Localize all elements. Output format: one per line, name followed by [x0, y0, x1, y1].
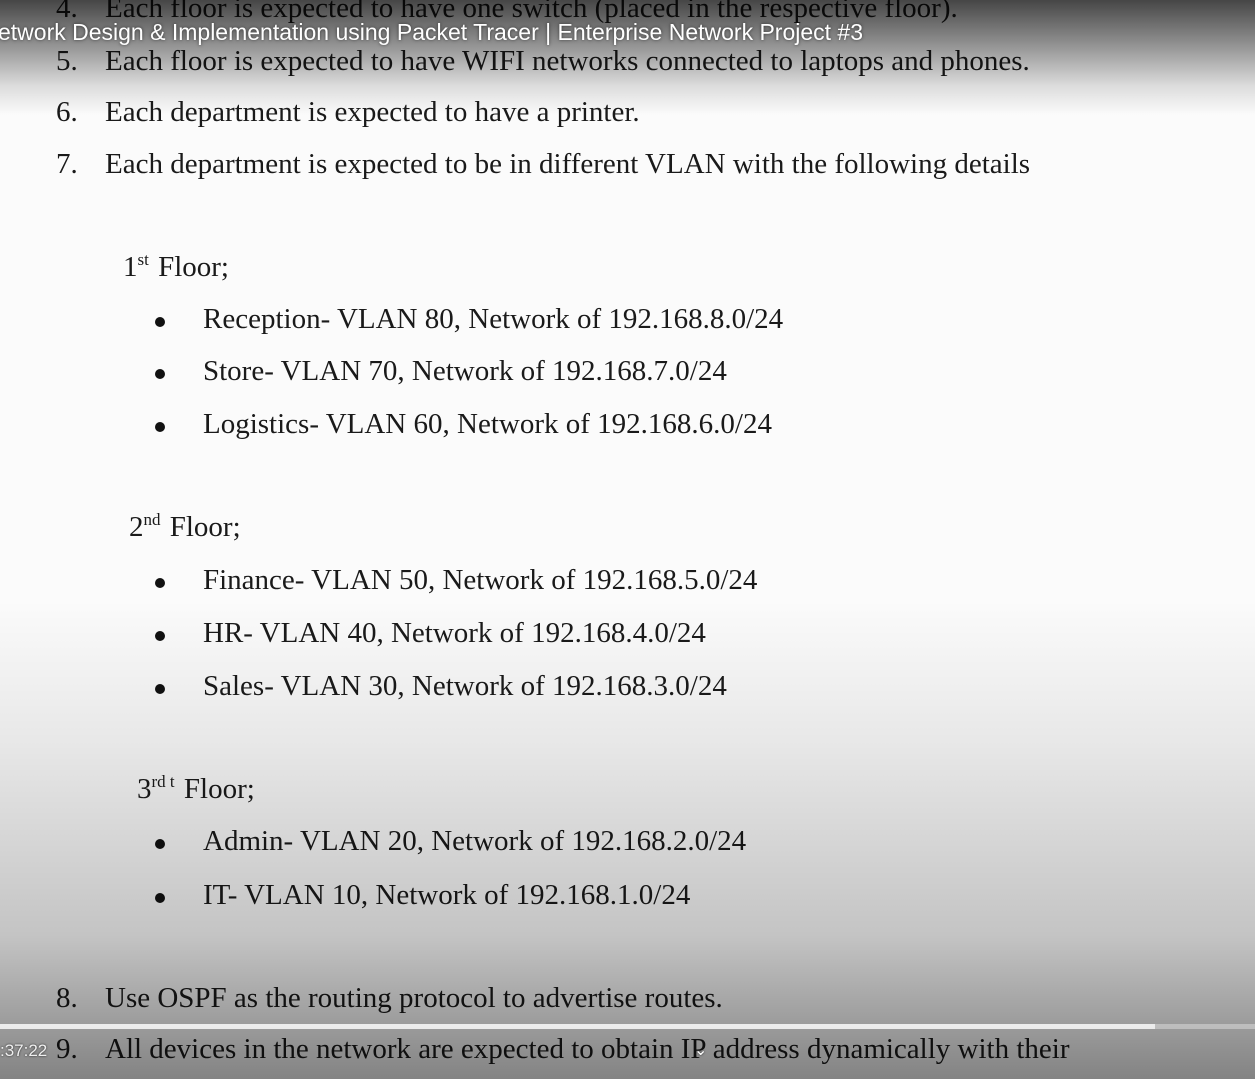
floor-suffix: rd t [151, 772, 175, 791]
bullet-icon [155, 893, 165, 903]
vlan-entry: IT- VLAN 10, Network of 192.168.1.0/24 [203, 879, 691, 911]
list-text: Each floor is expected to have WIFI netw… [105, 45, 1030, 77]
list-number: 7. [56, 148, 78, 180]
floor-number: 3 [137, 773, 152, 805]
bullet-icon [155, 684, 165, 694]
list-number: 5. [56, 45, 78, 77]
list-number: 6. [56, 96, 78, 128]
list-text: Use OSPF as the routing protocol to adve… [105, 982, 723, 1014]
list-item-6: 6. Each department is expected to have a… [0, 96, 1255, 136]
floor-label: Floor; [169, 511, 241, 543]
floor-label: Floor; [158, 251, 229, 283]
vlan-entry: Finance- VLAN 50, Network of 192.168.5.0… [203, 564, 758, 596]
vlan-entry: Store- VLAN 70, Network of 192.168.7.0/2… [203, 355, 727, 387]
bullet-icon [155, 369, 165, 379]
list-number: 9. [56, 1033, 78, 1065]
list-text: Each department is expected to have a pr… [105, 96, 640, 128]
vlan-entry: Logistics- VLAN 60, Network of 192.168.6… [203, 408, 772, 440]
floor-number: 2 [129, 511, 144, 543]
list-text: Each department is expected to be in dif… [105, 148, 1031, 180]
floor-heading-3: 3rd t Floor; [137, 772, 255, 806]
bullet-icon [155, 631, 165, 641]
vlan-entry: Sales- VLAN 30, Network of 192.168.3.0/2… [203, 670, 727, 702]
list-item-5: 5. Each floor is expected to have WIFI n… [0, 45, 1255, 85]
video-title[interactable]: etwork Design & Implementation using Pac… [0, 19, 863, 46]
vlan-entry: Reception- VLAN 80, Network of 192.168.8… [203, 303, 784, 335]
floor-label: Floor; [183, 773, 255, 805]
floor-suffix: st [137, 250, 149, 269]
list-number: 8. [56, 982, 78, 1014]
bullet-icon [155, 839, 165, 849]
time-display: :37:22 [0, 1041, 48, 1060]
bullet-icon [155, 578, 165, 588]
bullet-icon [155, 317, 165, 327]
progress-bar[interactable] [0, 1024, 1255, 1029]
document-page: 4. Each floor is expected to have one sw… [0, 0, 1255, 1079]
floor-suffix: nd [143, 510, 161, 529]
floor-heading-1: 1st Floor; [123, 250, 229, 284]
bullet-icon [155, 422, 165, 432]
vlan-entry: HR- VLAN 40, Network of 192.168.4.0/24 [203, 617, 706, 649]
list-text: All devices in the network are expected … [105, 1033, 1070, 1065]
vlan-entry: Admin- VLAN 20, Network of 192.168.2.0/2… [203, 825, 747, 857]
video-player[interactable]: 4. Each floor is expected to have one sw… [0, 0, 1255, 1079]
list-item-9: 9. All devices in the network are expect… [0, 1033, 1255, 1073]
floor-heading-2: 2nd Floor; [129, 510, 241, 544]
list-item-7: 7. Each department is expected to be in … [0, 148, 1255, 188]
floor-number: 1 [123, 251, 138, 283]
chevron-down-icon[interactable]: ⌄ [694, 1040, 707, 1059]
progress-bar-fill [0, 1024, 1155, 1029]
list-item-8: 8. Use OSPF as the routing protocol to a… [0, 982, 1255, 1022]
